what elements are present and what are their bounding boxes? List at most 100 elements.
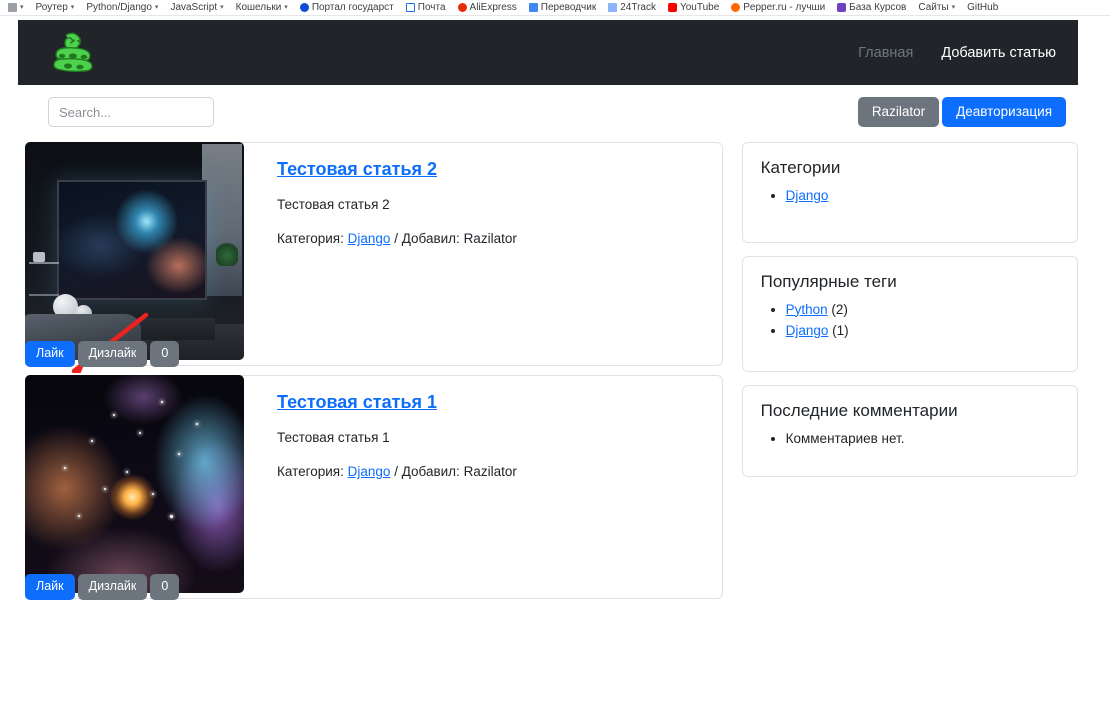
nav-link-home[interactable]: Главная [858,45,913,61]
sidebar-card-latest-comments: Последние комментарии Комментариев нет. [741,384,1078,478]
search-input[interactable] [48,97,214,127]
bookmark-item-github[interactable]: GitHub [961,0,1004,15]
like-button[interactable]: Лайк [25,574,75,600]
gosuslugi-icon [299,3,309,12]
bookmark-item-translate[interactable]: Переводчик [523,0,602,15]
main-layout: Тестовая статья 2 Тестовая статья 2 Кате… [18,142,1078,608]
article-excerpt: Тестовая статья 1 [277,430,390,445]
bookmark-item-sites[interactable]: Сайты ▾ [912,0,961,15]
dislike-button[interactable]: Дизлайк [77,341,148,367]
article-category-link[interactable]: Django [348,231,391,246]
bookmark-label: AliExpress [469,1,517,13]
bookmark-item-24track[interactable]: 24Track [602,0,662,15]
article-meta: Категория: Django / Добавил: Razilator [277,231,704,246]
browser-bookmarks-bar: ▾ Роутер ▾ Python/Django ▾ JavaScript ▾ … [0,0,1110,16]
like-button[interactable]: Лайк [25,341,75,367]
track-icon [608,3,618,12]
chevron-down-icon: ▾ [20,3,24,11]
article-thumbnail-dark-room[interactable] [25,142,244,360]
bookmark-item[interactable]: ▾ [2,0,30,15]
article-category-link[interactable]: Django [348,464,391,479]
article-actions: Лайк Дизлайк 0 [25,341,180,367]
article-title-link[interactable]: Тестовая статья 2 [277,159,437,180]
articles-column: Тестовая статья 2 Тестовая статья 2 Кате… [25,142,723,608]
thumb-room-art [25,142,244,360]
bookmark-item-wallets[interactable]: Кошельки ▾ [230,0,294,15]
bookmark-item-mail[interactable]: Почта [400,0,452,15]
translate-icon [528,3,538,12]
article-author-label: Добавил: [401,231,460,246]
navbar-links: Главная Добавить статью [858,45,1056,61]
bookmark-item-baza-kursov[interactable]: База Курсов [831,0,912,15]
thumb-nebula-art [25,375,244,593]
logout-button[interactable]: Деавторизация [942,96,1066,128]
article-body: Тестовая статья 2 Тестовая статья 2 Кате… [245,143,722,365]
bookmark-item-pepper[interactable]: Pepper.ru - лучши [725,0,831,15]
bookmark-item-gosuslugi[interactable]: Портал государст [294,0,400,15]
chevron-down-icon: ▾ [70,3,75,11]
chevron-down-icon: ▾ [951,3,956,11]
toolbar-row: Razilator Деавторизация [18,91,1078,133]
bookmark-label: Переводчик [540,1,597,13]
article-author: Razilator [463,464,517,479]
article-body: Тестовая статья 1 Тестовая статья 1 Кате… [245,376,722,598]
article-author-label: Добавил: [401,464,460,479]
chevron-down-icon: ▾ [284,3,288,11]
nav-link-add-article[interactable]: Добавить статью [941,45,1056,61]
bookmark-item-youtube[interactable]: YouTube [662,0,725,15]
python-snake-logo [53,32,93,72]
article-card: Тестовая статья 2 Тестовая статья 2 Кате… [25,142,723,373]
bookmark-label: YouTube [679,1,720,13]
plant-shape [216,240,238,266]
article-actions: Лайк Дизлайк 0 [25,574,180,600]
bookmark-label: Python/Django [86,1,152,13]
list-item: Django (1) [786,321,1059,341]
sidebar-card-popular-tags: Популярные теги Python (2) Django (1) [741,255,1078,372]
tag-count: (1) [832,323,849,339]
table-shelf-shape [29,294,59,296]
bookmark-label: Почта [417,1,446,13]
list-item: Django [786,186,1059,206]
bookmark-label: GitHub [967,1,999,13]
user-profile-button[interactable]: Razilator [857,96,940,128]
dislike-button[interactable]: Дизлайк [77,574,148,600]
window-shape [202,144,242,296]
article-thumbnail-nebula[interactable] [25,375,244,593]
bookmark-item-javascript[interactable]: JavaScript ▾ [164,0,229,15]
bookmark-label: JavaScript [170,1,218,13]
tag-count: (2) [831,301,848,317]
youtube-icon [667,3,677,12]
meta-separator: / [394,231,398,246]
article-title-link[interactable]: Тестовая статья 1 [277,392,437,413]
article-category-label: Категория: [277,464,344,479]
category-link-django[interactable]: Django [786,188,829,203]
categories-title: Категории [760,158,841,177]
list-item: Python (2) [786,300,1059,320]
categories-list: Django [761,186,1059,206]
bookmark-label: Сайты [918,1,949,13]
article-thumbnail-wrap [25,375,245,598]
article-category-label: Категория: [277,231,344,246]
bookmark-item-router[interactable]: Роутер ▾ [30,0,81,15]
bookmark-label: Pepper.ru - лучши [743,1,826,13]
aliexpress-icon [457,3,467,12]
bookmark-label: Портал государст [311,1,394,13]
site-navbar: Главная Добавить статью [18,20,1078,85]
bookmark-item-aliexpress[interactable]: AliExpress [452,0,523,15]
rating-count-badge: 0 [150,574,180,600]
list-item: Комментариев нет. [786,429,1059,449]
baza-icon [837,3,847,12]
tag-link-python[interactable]: Python [786,302,828,317]
table-shape [29,262,59,264]
comments-list: Комментариев нет. [761,429,1059,449]
article-thumbnail-wrap [25,142,245,373]
wall-artwork-shape [57,180,207,300]
comments-title: Последние комментарии [760,400,958,420]
bookmark-item-python-django[interactable]: Python/Django ▾ [80,0,164,15]
tag-link-django[interactable]: Django [786,323,829,338]
toolbar-button-group: Razilator Деавторизация [857,96,1066,128]
folder-icon [8,3,17,12]
brand-logo-link[interactable] [46,29,98,77]
bookmark-label: Кошельки [235,1,282,13]
page-container: Главная Добавить статью Razilator Деавто… [18,20,1078,608]
